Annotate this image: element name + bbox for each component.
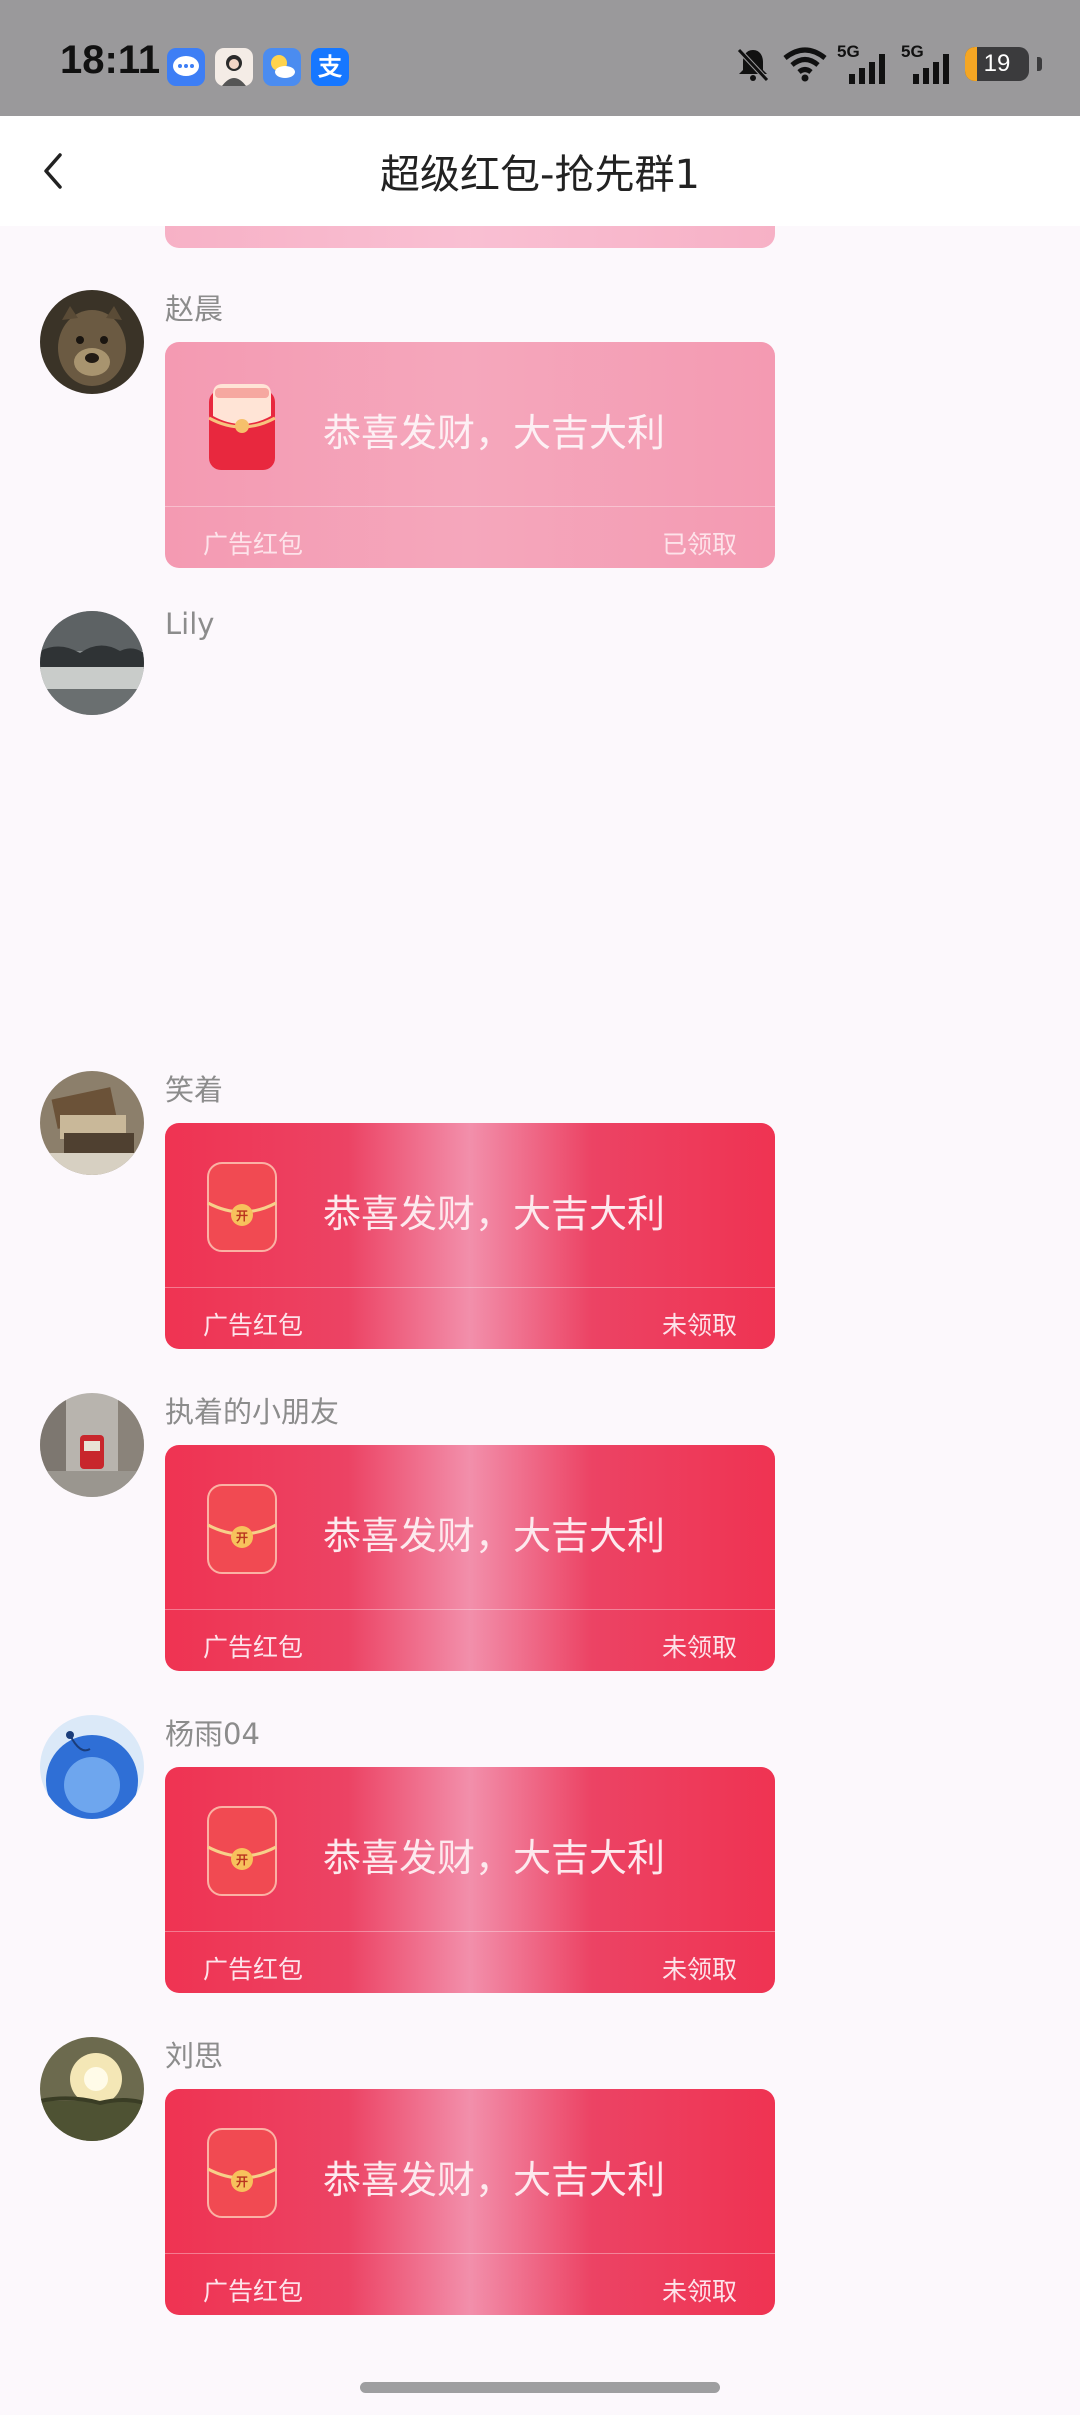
- avatar[interactable]: [40, 1071, 144, 1175]
- avatar[interactable]: [40, 2037, 144, 2141]
- bell-muted-icon: [737, 48, 769, 82]
- alipay-icon: 支: [311, 48, 349, 86]
- sender-name: 笑着: [165, 1073, 224, 1107]
- avatar[interactable]: [40, 1715, 144, 1819]
- battery-tip: [1037, 57, 1042, 71]
- home-indicator[interactable]: [360, 2382, 720, 2393]
- chat-message-list[interactable]: 赵晨 恭喜发财，大吉大利 广告红包 已领取 Lily 笑着 开 恭喜发财，大吉大…: [0, 226, 1080, 2381]
- wifi-icon: [783, 47, 827, 82]
- red-envelope-card-partial[interactable]: [165, 226, 775, 248]
- card-divider: [165, 1931, 775, 1932]
- envelope-type-label: 广告红包: [203, 1311, 304, 1340]
- envelope-type-label: 广告红包: [203, 2277, 304, 2306]
- sender-name: 赵晨: [165, 292, 224, 326]
- envelope-status-label: 未领取: [661, 1633, 737, 1662]
- envelope-status-label: 未领取: [661, 1955, 737, 1984]
- card-divider: [165, 506, 775, 507]
- red-envelope-card[interactable]: 开 恭喜发财，大吉大利 广告红包 未领取: [165, 2089, 775, 2315]
- blue-flower-avatar: [40, 1715, 144, 1819]
- envelope-type-label: 广告红包: [203, 1955, 304, 1984]
- card-divider: [165, 2253, 775, 2254]
- battery-indicator: 19: [965, 47, 1029, 81]
- envelope-greeting: 恭喜发财，大吉大利: [323, 1514, 666, 1558]
- sender-name: 杨雨04: [165, 1717, 260, 1751]
- sender-name: Lily: [165, 607, 215, 641]
- weather-icon: [263, 48, 301, 86]
- svg-text:开: 开: [236, 1853, 248, 1867]
- envelope-status-label: 未领取: [661, 1311, 737, 1340]
- sender-name: 执着的小朋友: [165, 1395, 340, 1429]
- svg-text:开: 开: [236, 1531, 248, 1545]
- red-envelope-icon: 开: [207, 1162, 277, 1252]
- avatar[interactable]: [40, 290, 144, 394]
- envelope-greeting: 恭喜发财，大吉大利: [323, 1192, 666, 1236]
- street-tram-avatar: [40, 1393, 144, 1497]
- svg-text:开: 开: [236, 1209, 248, 1223]
- red-envelope-card[interactable]: 开 恭喜发财，大吉大利 广告红包 未领取: [165, 1445, 775, 1671]
- red-envelope-icon: 开: [207, 2128, 277, 2218]
- tiger-avatar: [40, 290, 144, 394]
- status-bar: 18:11 支 5G 5G 19: [0, 0, 1080, 116]
- envelope-greeting: 恭喜发财，大吉大利: [323, 411, 666, 455]
- red-envelope-icon: 开: [207, 1484, 277, 1574]
- profile-photo-icon: [215, 48, 253, 86]
- avatar[interactable]: [40, 611, 144, 715]
- card-divider: [165, 1287, 775, 1288]
- status-time: 18:11: [60, 38, 161, 82]
- red-envelope-opened-icon: [208, 384, 276, 470]
- red-envelope-card[interactable]: 开 恭喜发财，大吉大利 广告红包 未领取: [165, 1123, 775, 1349]
- red-envelope-card[interactable]: 开 恭喜发财，大吉大利 广告红包 未领取: [165, 1767, 775, 1993]
- card-divider: [165, 1609, 775, 1610]
- sender-name: 刘思: [165, 2039, 224, 2073]
- red-envelope-card[interactable]: 恭喜发财，大吉大利 广告红包 已领取: [165, 342, 775, 568]
- envelope-status-label: 已领取: [661, 530, 737, 559]
- signal-2: 5G: [901, 42, 957, 84]
- sunset-field-avatar: [40, 2037, 144, 2141]
- avatar[interactable]: [40, 1393, 144, 1497]
- messages-icon: [167, 48, 205, 86]
- envelope-status-label: 未领取: [661, 2277, 737, 2306]
- signal-1: 5G: [837, 42, 893, 84]
- page-title: 超级红包-抢先群1: [380, 152, 700, 198]
- envelope-greeting: 恭喜发财，大吉大利: [323, 2158, 666, 2202]
- navigation-bar: 超级红包-抢先群1: [0, 116, 1080, 226]
- envelope-greeting: 恭喜发财，大吉大利: [323, 1836, 666, 1880]
- status-indicators: 5G 5G 19: [733, 42, 1042, 86]
- misty-landscape-avatar: [40, 611, 144, 715]
- envelope-type-label: 广告红包: [203, 1633, 304, 1662]
- svg-text:开: 开: [236, 2175, 248, 2189]
- red-envelope-icon: 开: [207, 1806, 277, 1896]
- envelope-type-label: 广告红包: [203, 530, 304, 559]
- books-avatar: [40, 1071, 144, 1175]
